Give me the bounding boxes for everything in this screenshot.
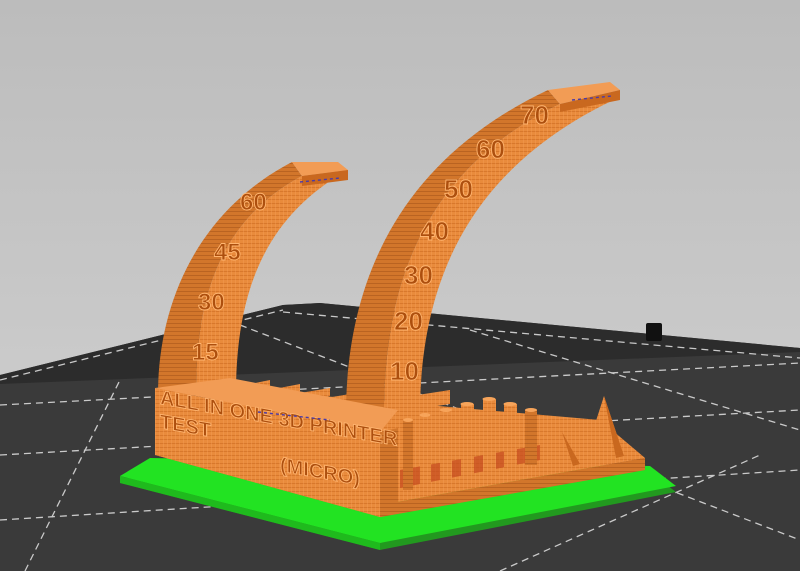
- left-arch-label: 30: [198, 289, 225, 316]
- left-arch-label: 45: [214, 239, 241, 266]
- right-arch-label: 30: [404, 260, 433, 290]
- right-arch-label: 70: [520, 100, 549, 130]
- left-arch-label: 15: [192, 339, 219, 366]
- right-arch-label: 20: [394, 306, 423, 336]
- left-arch-label: 60: [240, 189, 267, 216]
- 3d-scene[interactable]: ALL IN ONE 3D PRINTER TEST (MICRO) 60 45…: [0, 0, 800, 571]
- bed-clip: [646, 323, 662, 341]
- right-arch-label: 50: [444, 174, 473, 204]
- right-arch-label: 40: [420, 216, 449, 246]
- right-arch-label: 10: [390, 356, 419, 386]
- 3d-viewport[interactable]: ALL IN ONE 3D PRINTER TEST (MICRO) 60 45…: [0, 0, 800, 571]
- right-arch-label: 60: [476, 134, 505, 164]
